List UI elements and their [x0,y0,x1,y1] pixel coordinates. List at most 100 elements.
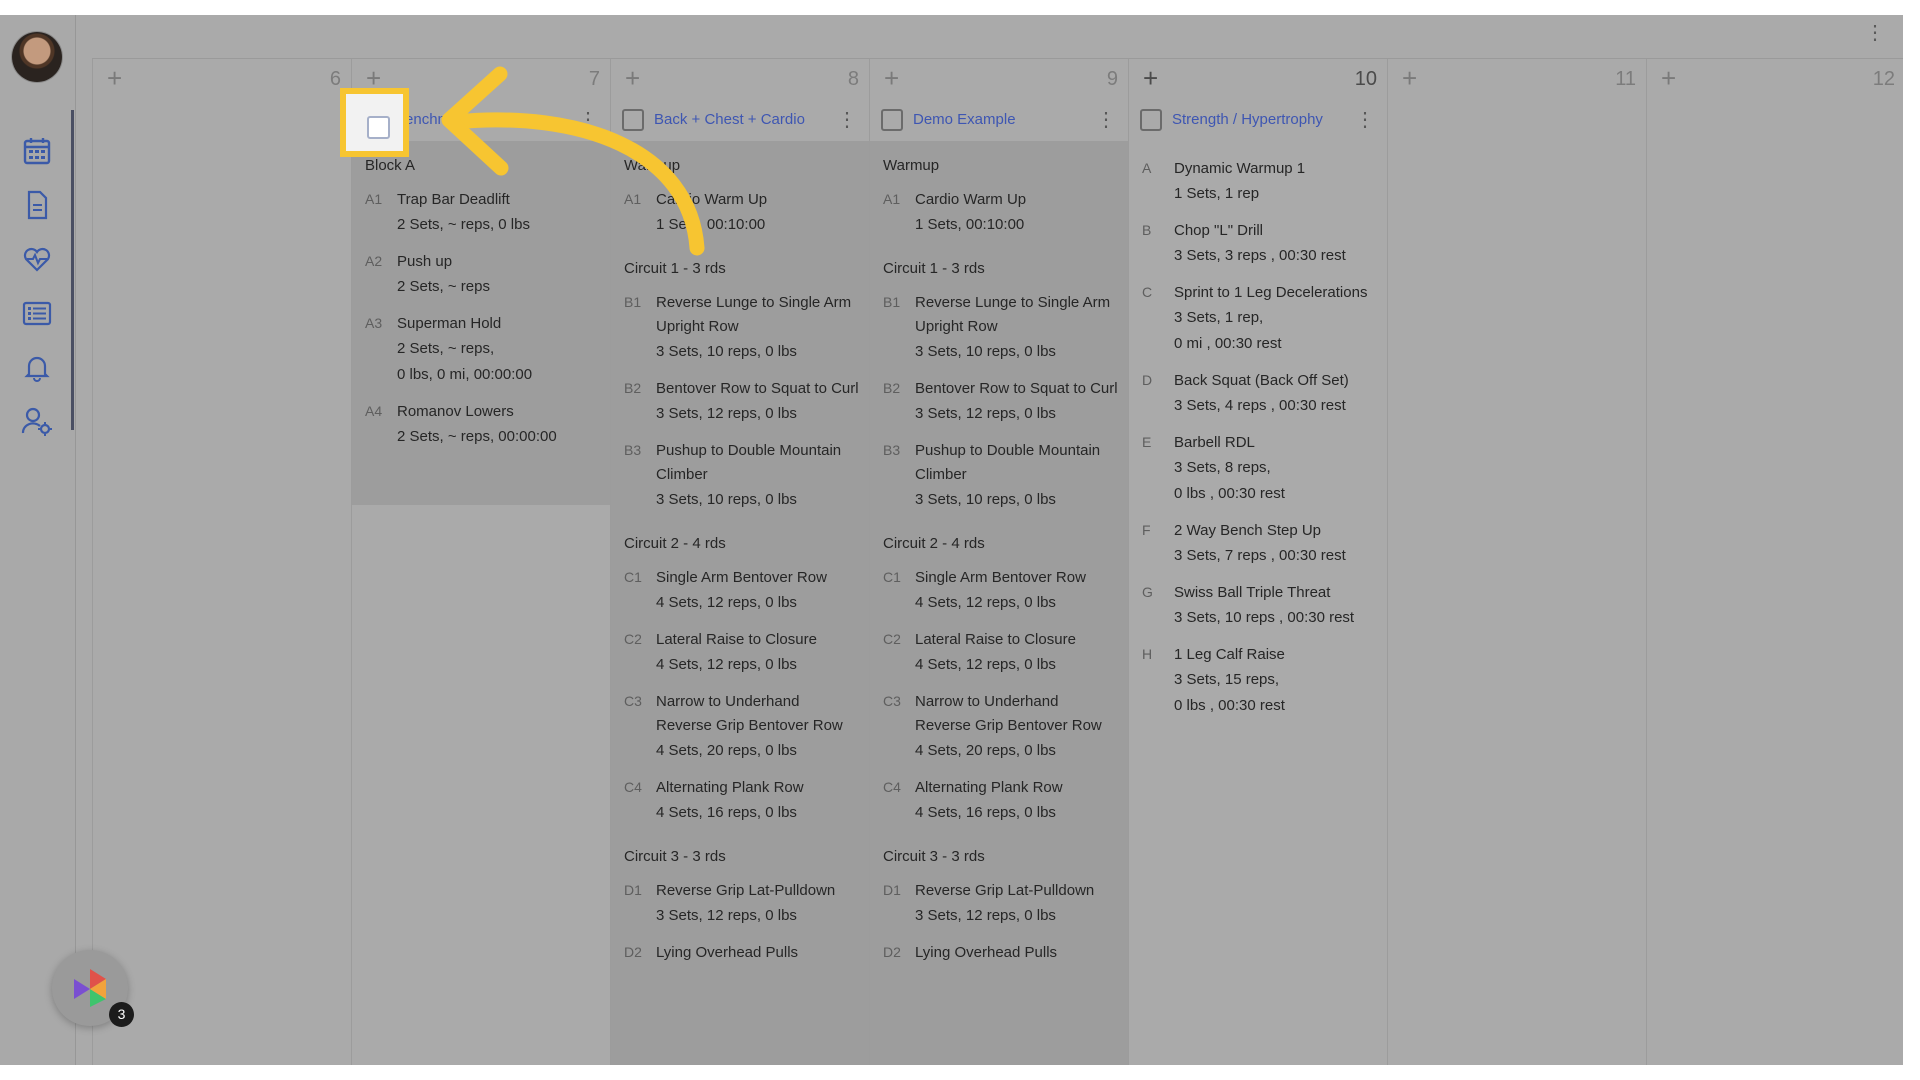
exercise-item[interactable]: B3 Pushup to Double Mountain Climber 3 Set… [870,433,1128,519]
exercise-details: 3 Sets, 12 reps, 0 lbs [656,405,797,422]
day-header: + 9 [870,59,1128,99]
exercise-details: 3 Sets, 12 reps, 0 lbs [656,907,797,924]
exercise-details: 3 Sets, 10 reps, 0 lbs [915,343,1056,360]
workout-title-link[interactable]: Demo Example [913,111,1016,128]
exercise-item[interactable]: B2 Bentover Row to Squat to Curl 3 Sets, 1… [870,371,1128,433]
exercise-item[interactable]: A1 Cardio Warm Up 1 Sets, 00:10:00 [870,182,1128,244]
exercise-code: A4 [365,403,383,419]
workout-checkbox[interactable] [622,109,644,131]
exercise-item[interactable]: C2 Lateral Raise to Closure 4 Sets, 12 rep… [870,622,1128,684]
add-workout-button[interactable]: + [884,61,899,95]
day-column-12: + 12 [1646,59,1903,1065]
day-column-7: + 7 Benchm ⋮ Block A A1 Trap Bar Deadlift 2… [351,59,610,1065]
exercise-item[interactable]: E Barbell RDL 3 Sets, 8 reps, 0 lbs , 00:30… [1129,425,1387,513]
exercise-name: Narrow to Underhand Reverse Grip Bentove… [656,693,843,734]
exercise-item[interactable]: D1 Reverse Grip Lat-Pulldown 3 Sets, 12 re… [611,873,869,935]
day-column-10: + 10 Strength / Hypertrophy ⋮ A Dynamic W… [1128,59,1387,1065]
exercise-item[interactable]: C1 Single Arm Bentover Row 4 Sets, 12 reps… [870,560,1128,622]
exercise-item[interactable]: A2 Push up 2 Sets, ~ reps [352,244,610,306]
exercise-item[interactable]: C2 Lateral Raise to Closure 4 Sets, 12 rep… [611,622,869,684]
workout-body: Block A A1 Trap Bar Deadlift 2 Sets, ~ reps… [352,141,610,505]
exercise-item[interactable]: G Swiss Ball Triple Threat 3 Sets, 10 reps… [1129,575,1387,637]
exercise-code: C4 [624,779,642,795]
exercise-code: E [1142,434,1152,450]
exercise-code: D [1142,372,1153,388]
workout-menu-icon[interactable]: ⋮ [578,107,598,133]
bell-icon[interactable] [20,350,54,384]
exercise-code: B1 [624,294,642,310]
exercise-item[interactable]: B1 Reverse Lunge to Single Arm Upright Ro… [611,285,869,371]
add-workout-button[interactable]: + [1661,61,1676,95]
workout-body: A Dynamic Warmup 1 1 Sets, 1 rep B Chop "L" … [1129,141,1387,1065]
workout-menu-icon[interactable]: ⋮ [1355,107,1375,133]
block-title: Circuit 2 - 4 rds [883,535,985,552]
exercise-item[interactable]: B Chop "L" Drill 3 Sets, 3 reps , 00:30 re… [1129,213,1387,275]
workout-menu-icon[interactable]: ⋮ [837,107,857,133]
exercise-item[interactable]: D2 Lying Overhead Pulls [611,935,869,971]
document-icon[interactable] [20,188,54,222]
exercise-item[interactable]: C1 Single Arm Bentover Row 4 Sets, 12 reps… [611,560,869,622]
exercise-item[interactable]: A4 Romanov Lowers 2 Sets, ~ reps, 00:00:00 [352,394,610,456]
exercise-name: Pushup to Double Mountain Climber [915,442,1101,483]
exercise-name: Push up [397,253,453,270]
exercise-name: Pushup to Double Mountain Climber [656,442,842,483]
exercise-name: Alternating Plank Row [915,779,1063,796]
exercise-item[interactable]: C Sprint to 1 Leg Decelerations 3 Sets, 1 … [1129,275,1387,363]
block-title: Circuit 1 - 3 rds [624,260,726,277]
heart-rate-icon[interactable] [20,242,54,276]
exercise-details: 4 Sets, 16 reps, 0 lbs [915,804,1056,821]
exercise-code: B1 [883,294,901,310]
notification-count-badge: 3 [109,1002,134,1027]
exercise-item[interactable]: A1 Trap Bar Deadlift 2 Sets, ~ reps, 0 lbs [352,182,610,244]
workout-menu-icon[interactable]: ⋮ [1096,107,1116,133]
exercise-item[interactable]: F 2 Way Bench Step Up 3 Sets, 7 reps , 00:… [1129,513,1387,575]
exercise-name: Sprint to 1 Leg Decelerations [1174,284,1368,301]
exercise-name: Reverse Grip Lat-Pulldown [656,882,836,899]
add-workout-button[interactable]: + [107,61,122,95]
exercise-item[interactable]: C3 Narrow to Underhand Reverse Grip Bento… [870,684,1128,770]
exercise-item[interactable]: A1 Cardio Warm Up 1 Sets, 00:10:00 [611,182,869,244]
exercise-item[interactable]: C3 Narrow to Underhand Reverse Grip Bento… [611,684,869,770]
block-title: Warmup [883,157,940,174]
exercise-item[interactable]: A3 Superman Hold 2 Sets, ~ reps, 0 lbs, 0 m… [352,306,610,394]
exercise-details: 3 Sets, 8 reps, [1174,459,1271,476]
user-settings-icon[interactable] [20,404,54,438]
exercise-code: A1 [624,191,642,207]
add-workout-button[interactable]: + [625,61,640,95]
exercise-item[interactable]: B3 Pushup to Double Mountain Climber 3 Set… [611,433,869,519]
exercise-name: Lateral Raise to Closure [915,631,1076,648]
exercise-item[interactable]: H 1 Leg Calf Raise 3 Sets, 15 reps, 0 lbs ,… [1129,637,1387,725]
exercise-item[interactable]: D1 Reverse Grip Lat-Pulldown 3 Sets, 12 re… [870,873,1128,935]
exercise-item[interactable]: C4 Alternating Plank Row 4 Sets, 16 reps, … [611,770,869,832]
workout-checkbox[interactable] [881,109,903,131]
workout-title-link[interactable]: Back + Chest + Cardio [654,111,805,128]
exercise-item[interactable]: D Back Squat (Back Off Set) 3 Sets, 4 reps… [1129,363,1387,425]
sidebar [0,15,76,1065]
exercise-item[interactable]: C4 Alternating Plank Row 4 Sets, 16 reps, … [870,770,1128,832]
exercise-item[interactable]: A Dynamic Warmup 1 1 Sets, 1 rep [1129,151,1387,213]
workout-header: Strength / Hypertrophy ⋮ [1129,103,1387,141]
add-workout-button[interactable]: + [1143,61,1158,95]
exercise-name: Bentover Row to Squat to Curl [656,380,859,397]
exercise-name: Chop "L" Drill [1174,222,1264,239]
day-number: 10 [1354,68,1377,90]
calendar-icon[interactable] [20,134,54,168]
add-workout-button[interactable]: + [1402,61,1417,95]
more-options-icon[interactable]: ⋮ [1865,23,1885,43]
exercise-item[interactable]: D2 Lying Overhead Pulls [870,935,1128,971]
workout-title-link[interactable]: Strength / Hypertrophy [1172,111,1323,128]
exercise-item[interactable]: B1 Reverse Lunge to Single Arm Upright Ro… [870,285,1128,371]
exercise-code: A2 [365,253,383,269]
help-widget-button[interactable]: 3 [52,950,134,1027]
exercise-code: B2 [883,380,901,396]
exercise-code: D2 [624,944,642,960]
avatar[interactable] [12,32,62,82]
day-column-8: + 8 Back + Chest + Cardio ⋮ Warmup A1 Card… [610,59,869,1065]
workout-checkbox[interactable] [1140,109,1162,131]
list-icon[interactable] [20,296,54,330]
day-column-9: + 9 Demo Example ⋮ Warmup A1 Cardio Warm U… [869,59,1128,1065]
exercise-code: D1 [883,882,901,898]
exercise-item[interactable]: B2 Bentover Row to Squat to Curl 3 Sets, 1… [611,371,869,433]
workout-header: Demo Example ⋮ [870,103,1128,141]
highlighted-workout-checkbox[interactable] [367,116,390,139]
